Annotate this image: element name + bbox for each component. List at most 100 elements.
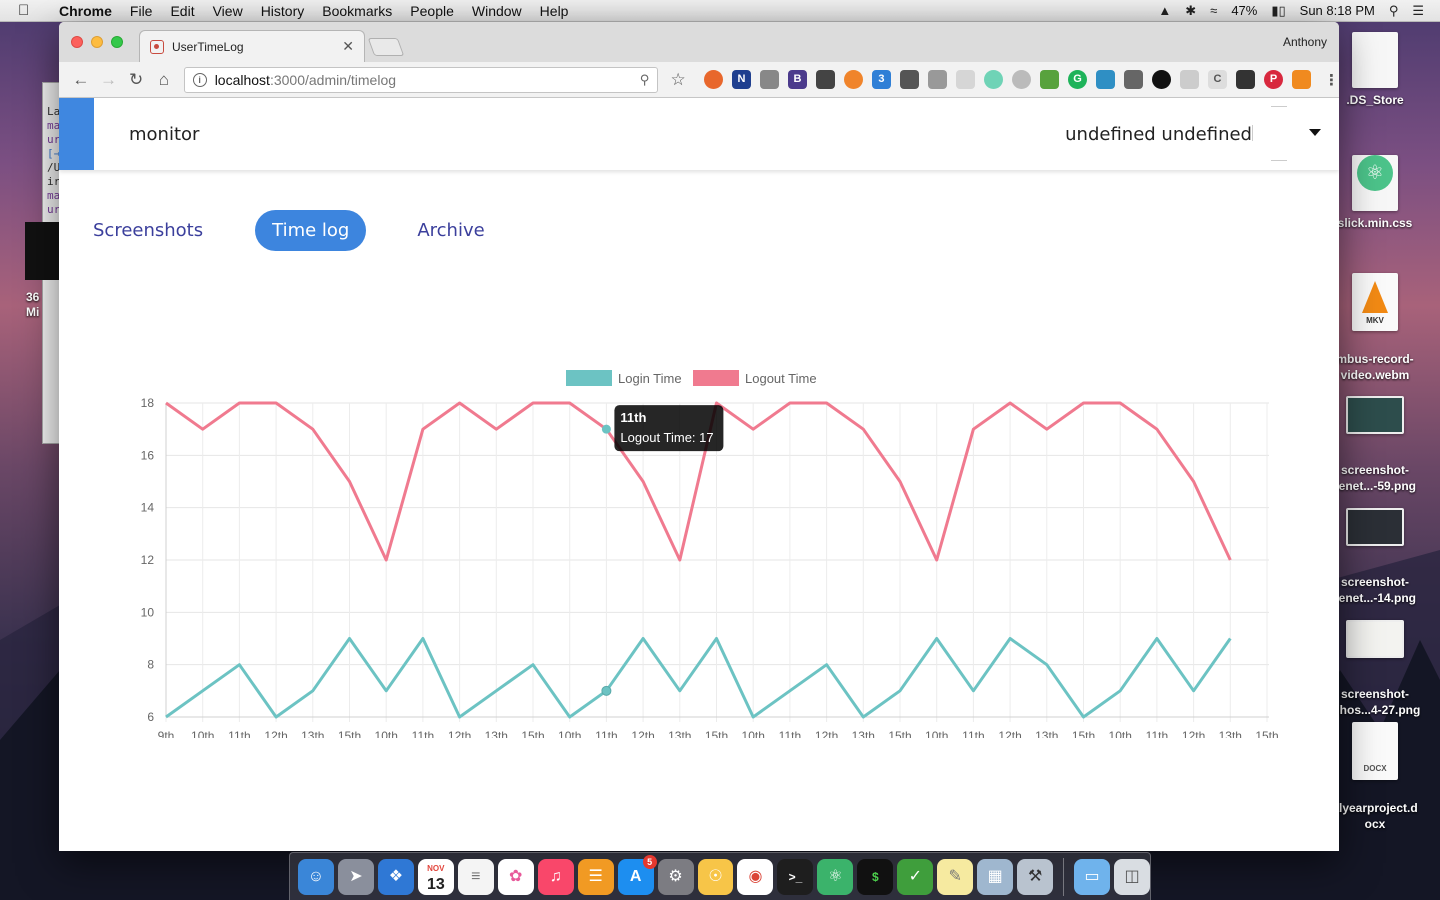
menu-edit[interactable]: Edit [170, 3, 194, 19]
spotlight-search-icon[interactable]: ⚲ [1389, 3, 1399, 19]
extension-icon[interactable]: B [787, 70, 807, 89]
chrome-menu-icon[interactable]: ⋮ [1324, 71, 1339, 89]
calendar-icon[interactable]: NOV 13 [417, 858, 454, 895]
zoom-window-button[interactable] [111, 36, 123, 48]
x-tick-label: 15th [1072, 729, 1095, 738]
y-tick-label: 10 [141, 605, 155, 619]
close-tab-icon[interactable]: ✕ [342, 38, 354, 55]
profile-name[interactable]: Anthony [1283, 35, 1327, 49]
atom-icon[interactable]: ⚛ [817, 858, 854, 895]
safari-icon[interactable]: ❖ [377, 858, 414, 895]
css-icon[interactable]: 3 [871, 70, 891, 89]
mail-icon[interactable] [1123, 70, 1143, 89]
home-icon[interactable]: ⌂ [150, 70, 178, 90]
browser-tab-usertimelog[interactable]: UserTimeLog ✕ [139, 30, 365, 62]
notification-center-icon[interactable]: ☰ [1412, 3, 1424, 19]
desktop-file-slick-css[interactable]: ⚛ slick.min.css [1325, 145, 1425, 231]
extension-icon[interactable]: N [731, 70, 751, 89]
wifi-icon[interactable]: ≈ [1210, 3, 1217, 18]
preview-icon[interactable]: ▦ [977, 858, 1014, 895]
grammarly-icon[interactable]: G [1067, 70, 1087, 89]
chrome-icon[interactable]: ◉ [737, 858, 774, 895]
extension-icon[interactable] [759, 70, 779, 89]
forward-arrow-icon[interactable]: → [95, 70, 123, 90]
menu-history[interactable]: History [261, 3, 305, 19]
menu-bookmarks[interactable]: Bookmarks [322, 3, 392, 19]
menu-app-name[interactable]: Chrome [59, 3, 112, 19]
background-label-line: 36 [26, 290, 40, 304]
extension-icon[interactable]: C [1207, 70, 1227, 89]
window-controls [71, 36, 123, 48]
url-host: localhost [214, 71, 270, 88]
site-info-icon[interactable]: i [192, 72, 207, 87]
new-tab-button[interactable] [367, 38, 405, 56]
reminders-icon[interactable]: ≡ [457, 858, 494, 895]
system-preferences-icon[interactable]: ⚙ [657, 858, 694, 895]
utilities-tools-icon[interactable]: ⚒ [1017, 858, 1054, 895]
notes-icon[interactable]: ✎ [937, 858, 974, 895]
pinterest-icon[interactable]: P [1263, 70, 1283, 89]
bug-icon[interactable] [927, 70, 947, 89]
minimize-window-button[interactable] [91, 36, 103, 48]
terminal-icon[interactable]: >_ [777, 858, 814, 895]
zoom-icon[interactable]: ⚲ [640, 72, 650, 88]
menu-file[interactable]: File [130, 3, 153, 19]
menu-people[interactable]: People [410, 3, 454, 19]
extension-icon[interactable] [983, 70, 1003, 89]
extension-icon[interactable] [955, 70, 975, 89]
battery-percent[interactable]: 47% [1231, 3, 1257, 18]
menubar-clock[interactable]: Sun 8:18 PM [1300, 3, 1375, 18]
extension-icon[interactable] [1179, 70, 1199, 89]
photos-icon[interactable]: ✿ [497, 858, 534, 895]
apple-menu-icon[interactable]:  [18, 2, 40, 19]
tips-lightbulb-icon[interactable]: ☉ [697, 858, 734, 895]
back-arrow-icon[interactable]: ← [67, 70, 95, 90]
extension-icon[interactable] [1095, 70, 1115, 89]
ibooks-icon[interactable]: ☰ [577, 858, 614, 895]
tab-archive[interactable]: Archive [400, 210, 501, 251]
tooltip-title: 11th [620, 410, 646, 425]
close-window-button[interactable] [71, 36, 83, 48]
x-tick-label: 15th [705, 729, 728, 738]
css-file-icon: ⚛ [1352, 155, 1398, 211]
x-tick-label: 11th [228, 729, 250, 738]
menu-window[interactable]: Window [472, 3, 522, 19]
todo-checkmark-icon[interactable]: ✓ [897, 858, 934, 895]
extension-icon[interactable] [843, 70, 863, 89]
code-icon[interactable] [1151, 70, 1171, 89]
drive-sync-icon[interactable]: ▲ [1158, 3, 1171, 18]
bookmark-star-icon[interactable]: ☆ [664, 70, 692, 90]
tab-screenshots[interactable]: Screenshots [93, 210, 220, 251]
desktop-file-ds-store[interactable]: .DS_Store [1325, 32, 1425, 108]
launchpad-icon[interactable]: ➤ [337, 858, 374, 895]
menu-view[interactable]: View [213, 3, 243, 19]
extension-icon[interactable] [703, 70, 723, 89]
address-bar[interactable]: i localhost :3000/admin/timelog ⚲ [183, 66, 659, 93]
background-window-thumbnail[interactable] [25, 222, 59, 280]
hover-point [601, 685, 612, 696]
itunes-icon[interactable]: ♫ [537, 858, 574, 895]
battery-icon[interactable]: ▮▯ [1271, 3, 1285, 19]
extension-icon[interactable] [1011, 70, 1031, 89]
extension-icon[interactable] [899, 70, 919, 89]
user-name[interactable]: undefined undefined [1065, 124, 1252, 145]
app-brand[interactable]: monitor [129, 124, 199, 145]
extension-icon[interactable] [1039, 70, 1059, 89]
app-store-icon[interactable]: A5 [617, 854, 657, 895]
pocket-icon[interactable] [815, 70, 835, 89]
app-store-badge: 5 [642, 854, 657, 869]
tab-time-log[interactable]: Time log [255, 210, 367, 251]
y-tick-label: 18 [141, 396, 155, 410]
trash-icon[interactable]: ◫ [1114, 858, 1151, 895]
extension-icon[interactable] [1235, 70, 1255, 89]
desktop-file-docx[interactable]: DOCX alyearproject.d ocx [1325, 706, 1425, 848]
user-dropdown-caret-icon[interactable] [1309, 129, 1321, 136]
desktop-file-label: slick.min.css [1337, 216, 1413, 230]
reload-icon[interactable]: ↻ [122, 70, 150, 90]
iterm-icon[interactable]: $ [857, 858, 894, 895]
extension-icon[interactable] [1291, 70, 1311, 89]
folder-icon[interactable]: ▭ [1074, 858, 1111, 895]
menu-help[interactable]: Help [540, 3, 569, 19]
finder-icon[interactable]: ☺ [298, 858, 334, 895]
bluetooth-icon[interactable]: ✱ [1185, 3, 1196, 19]
